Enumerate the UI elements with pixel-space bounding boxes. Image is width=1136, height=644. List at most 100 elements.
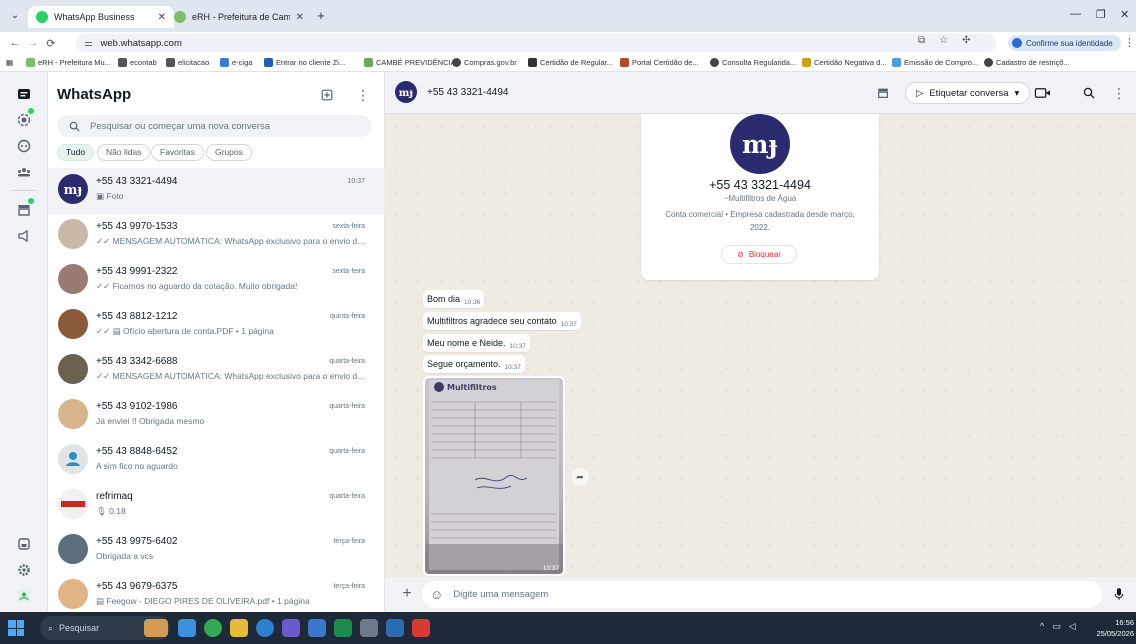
chat-row[interactable]: +55 43 8812-1212 quinta-feira ✓✓ ▤ Ofíci… — [48, 303, 385, 349]
label-chat-button[interactable]: ▷ Etiquetar conversa ▾ — [905, 82, 1031, 104]
windows-start-icon[interactable] — [8, 620, 24, 636]
block-label: Bloquear — [748, 250, 781, 259]
settings-gear-icon[interactable] — [14, 560, 34, 580]
reload-icon[interactable]: ⟳ — [42, 37, 60, 50]
contact-avatar — [58, 534, 88, 564]
teams-icon[interactable] — [282, 619, 300, 637]
bookmark-item[interactable]: Consulta Regularida... — [710, 58, 796, 67]
image-message[interactable]: Multifiltros 10:37 — [423, 376, 565, 576]
chat-row[interactable]: +55 43 9991-2322 sexta-feira ✓✓ Ficamos … — [48, 258, 385, 304]
install-app-icon[interactable]: ⧉ — [918, 35, 925, 46]
multifiltros-logo-avatar[interactable]: mɟ — [395, 81, 417, 103]
tab-erh[interactable]: eRH - Prefeitura de Cambé ✕ — [166, 6, 312, 28]
bookmark-item[interactable]: Portal Certidão de... — [620, 58, 699, 67]
system-clock[interactable]: 16:56 25/05/2026 — [1090, 617, 1134, 639]
word-icon[interactable] — [386, 619, 404, 637]
close-tab-icon[interactable]: ✕ — [158, 12, 166, 23]
calculator-icon[interactable] — [360, 619, 378, 637]
message-bubble[interactable]: Multifiltros agradece seu contato 10:37 — [423, 312, 581, 330]
filter-all[interactable]: Tudo — [57, 144, 95, 161]
channels-icon[interactable] — [14, 136, 34, 156]
site-settings-icon[interactable]: ⚌ — [84, 38, 93, 49]
chats-icon[interactable] — [14, 84, 34, 104]
chat-name: refrimaq — [96, 491, 133, 502]
excel-icon[interactable] — [334, 619, 352, 637]
search-highlight-icon[interactable] — [144, 619, 168, 637]
new-chat-icon[interactable] — [318, 86, 336, 104]
menu-kebab-icon[interactable]: ⋮ — [1111, 85, 1127, 101]
attach-plus-icon[interactable]: + — [399, 585, 415, 602]
contact-avatar — [58, 579, 88, 609]
message-bubble[interactable]: Meu nome e Neide. 10:37 — [423, 334, 530, 352]
chat-row[interactable]: +55 43 8848-6452 quarta-feira A sim fico… — [48, 438, 385, 484]
close-window-icon[interactable]: ✕ — [1120, 8, 1129, 21]
minimize-icon[interactable]: — — [1070, 8, 1081, 20]
search-input[interactable]: Pesquisar ou começar uma nova conversa — [57, 115, 372, 137]
bookmark-item[interactable]: eRH - Prefeitura Mu... — [26, 58, 111, 67]
bookmark-item[interactable]: econtab — [118, 58, 157, 67]
chrome-icon[interactable] — [204, 619, 222, 637]
network-icon[interactable]: ▭ — [1052, 621, 1061, 632]
quote-document-photo[interactable]: Multifiltros 10:37 — [425, 378, 563, 574]
chat-row[interactable]: mɟ +55 43 3321-4494 10:37 ▣ Foto — [48, 168, 385, 214]
extensions-icon[interactable]: ✣ — [962, 35, 970, 46]
status-icon[interactable] — [14, 108, 34, 130]
notepad-icon[interactable] — [308, 619, 326, 637]
emoji-sticker-icon[interactable]: ☺ — [430, 587, 443, 602]
microphone-icon[interactable] — [1111, 586, 1127, 602]
media-gallery-icon[interactable] — [14, 534, 34, 554]
forward-arrow-icon[interactable]: → — [24, 37, 42, 49]
bookmark-item[interactable]: elicitacao — [166, 58, 209, 67]
bookmark-item[interactable]: Compras.gov.br — [452, 58, 517, 67]
show-hidden-icons-chevron-icon[interactable]: ^ — [1040, 621, 1044, 632]
volume-icon[interactable]: ◁ — [1069, 621, 1076, 632]
chat-row[interactable]: +55 43 3342-6688 quarta-feira ✓✓ MENSAGE… — [48, 348, 385, 394]
message-bubble[interactable]: Bom dia 10:36 — [423, 290, 485, 308]
profile-avatar-icon[interactable] — [14, 586, 34, 606]
filter-favorites[interactable]: Favoritas — [151, 144, 204, 161]
block-button[interactable]: ⊘ Bloquear — [721, 245, 797, 264]
bookmark-item[interactable]: CAMBÉ PREVIDÊNCIA — [364, 58, 456, 67]
filter-groups[interactable]: Grupos — [206, 144, 252, 161]
forward-share-icon[interactable]: ➦ — [571, 468, 589, 486]
restore-icon[interactable]: ❐ — [1096, 8, 1106, 21]
filter-unread[interactable]: Não lidas — [97, 144, 151, 161]
bookmark-star-icon[interactable]: ☆ — [939, 35, 948, 46]
bookmark-item[interactable]: Emissão de Compro... — [892, 58, 978, 67]
chat-row[interactable]: refrimaq quarta-feira 🎙 0:18 — [48, 483, 385, 529]
chat-row[interactable]: +55 43 9102-1986 quarta-feira Já enviei … — [48, 393, 385, 439]
rail-divider — [12, 190, 36, 191]
browser-toolbar: ← → ⟳ ⚌ web.whatsapp.com ⧉ ☆ ✣ Confirme … — [0, 32, 1136, 54]
bookmark-item[interactable]: Certidão Negativa d... — [802, 58, 887, 67]
communities-icon[interactable] — [14, 162, 34, 182]
chat-row[interactable]: +55 43 9970-1533 sexta-feira ✓✓ MENSAGEM… — [48, 213, 385, 259]
bookmark-item[interactable]: Cadastro de restriçõ... — [984, 58, 1070, 67]
browser-menu-icon[interactable]: ⋮ — [1124, 36, 1135, 49]
widgets-icon[interactable] — [178, 619, 196, 637]
close-tab-icon[interactable]: ✕ — [296, 12, 304, 23]
edge-icon[interactable] — [256, 619, 274, 637]
contact-name[interactable]: +55 43 3321-4494 — [427, 87, 508, 98]
tools-megaphone-icon[interactable] — [14, 226, 34, 246]
tab-whatsapp[interactable]: WhatsApp Business ✕ — [28, 6, 174, 28]
message-input[interactable]: ☺ Digite uma mensagem — [422, 581, 1102, 608]
bookmark-item[interactable]: e-ciga — [220, 58, 252, 67]
tab-search-chevron-icon[interactable]: ⌄ — [6, 7, 24, 25]
file-explorer-icon[interactable] — [230, 619, 248, 637]
address-bar[interactable]: ⚌ web.whatsapp.com — [76, 34, 996, 52]
new-tab-plus-icon[interactable]: + — [312, 7, 330, 25]
apps-grid-icon[interactable]: ▦ — [6, 58, 13, 67]
menu-kebab-icon[interactable]: ⋮ — [354, 86, 372, 104]
video-call-icon[interactable] — [1031, 85, 1057, 101]
catalog-store-icon[interactable] — [875, 85, 891, 101]
search-icon[interactable] — [1081, 85, 1097, 101]
bookmark-item[interactable]: Certidão de Regular... — [528, 58, 613, 67]
message-bubble[interactable]: Segue orçamento. 10:37 — [423, 355, 525, 373]
conversation-header[interactable]: mɟ +55 43 3321-4494 ▷ Etiquetar conversa… — [385, 72, 1136, 114]
identity-button[interactable]: Confirme sua identidade — [1008, 35, 1121, 51]
pdf-reader-icon[interactable] — [412, 619, 430, 637]
bookmark-item[interactable]: Entrar no cliente Zi... — [264, 58, 345, 67]
chat-row[interactable]: +55 43 9975-6402 terça-feira Obrigada a … — [48, 528, 385, 574]
catalog-store-icon[interactable] — [14, 198, 34, 220]
back-arrow-icon[interactable]: ← — [6, 37, 24, 49]
